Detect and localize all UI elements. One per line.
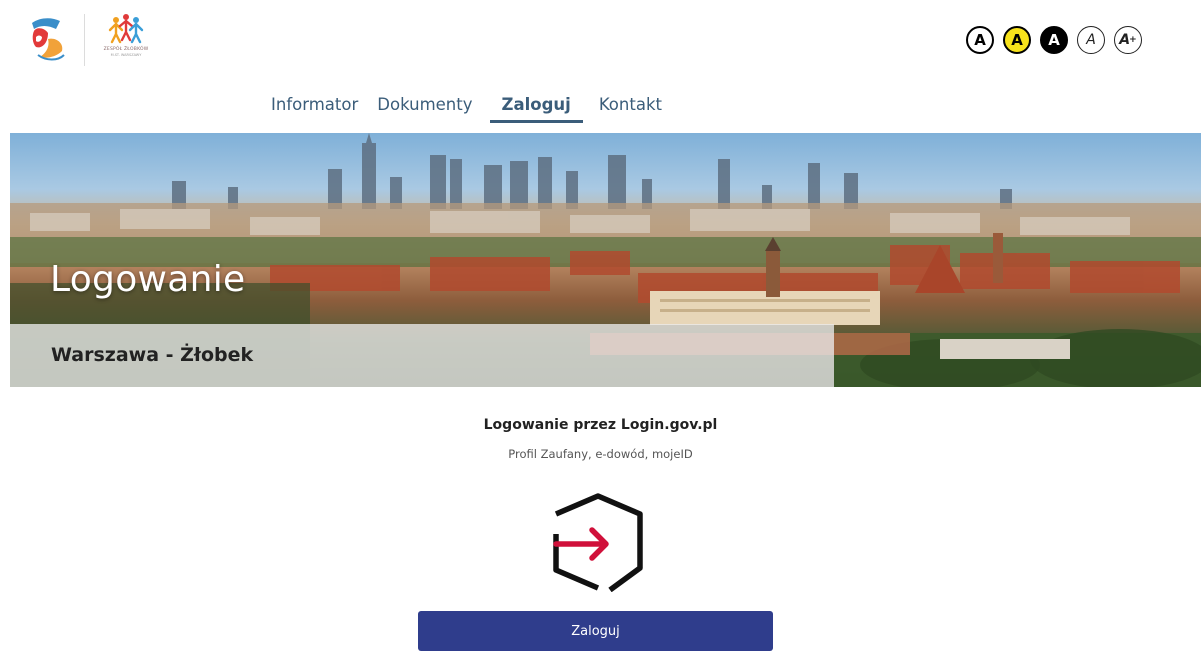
main-nav: Informator Dokumenty Zaloguj Kontakt xyxy=(271,92,681,123)
nav-item-kontakt[interactable]: Kontakt xyxy=(599,92,662,119)
accessibility-toolbar: A A A A A + xyxy=(966,26,1142,54)
font-increase-button[interactable]: A + xyxy=(1114,26,1142,54)
contrast-yellow-button[interactable]: A xyxy=(1003,26,1031,54)
page-subtitle: Warszawa - Żłobek xyxy=(51,344,254,366)
login-button[interactable]: Zaloguj xyxy=(418,611,773,651)
nav-item-dokumenty[interactable]: Dokumenty xyxy=(377,92,472,119)
nav-item-zaloguj[interactable]: Zaloguj xyxy=(489,92,584,123)
login-method-description: Profil Zaufany, e-dowód, mojeID xyxy=(508,447,693,461)
city-logo[interactable] xyxy=(26,15,70,65)
nursery-logo[interactable]: ZESPÓŁ ŻŁOBKÓW M.ST. WARSZAWY xyxy=(103,12,149,68)
nursery-logo-icon xyxy=(108,14,144,44)
nav-item-informator[interactable]: Informator xyxy=(271,92,358,119)
city-logo-icon xyxy=(32,18,65,61)
font-style-button[interactable]: A xyxy=(1077,26,1105,54)
font-increase-plus: + xyxy=(1129,35,1137,45)
page-title: Logowanie xyxy=(50,259,246,300)
logo-divider xyxy=(84,14,85,66)
nursery-logo-subtext: M.ST. WARSZAWY xyxy=(110,53,142,57)
hero-banner: Logowanie Warszawa - Żłobek xyxy=(10,133,1201,387)
header-logos: ZESPÓŁ ŻŁOBKÓW M.ST. WARSZAWY xyxy=(26,12,149,68)
login-method-title: Logowanie przez Login.gov.pl xyxy=(483,417,718,433)
nursery-logo-text: ZESPÓŁ ŻŁOBKÓW xyxy=(103,47,149,52)
contrast-default-button[interactable]: A xyxy=(966,26,994,54)
login-gov-icon xyxy=(548,492,648,593)
contrast-black-button[interactable]: A xyxy=(1040,26,1068,54)
